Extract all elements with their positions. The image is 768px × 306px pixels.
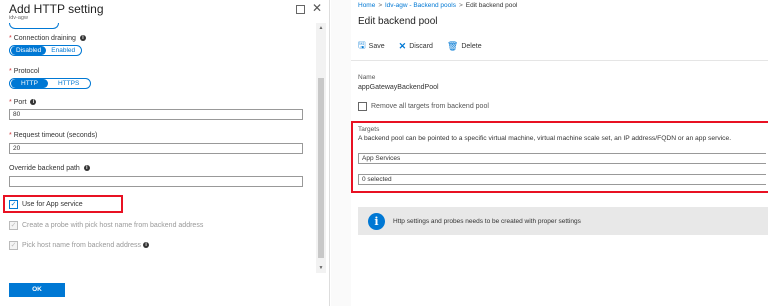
create-probe-checkbox: ✓ — [9, 220, 18, 230]
toolbar-divider — [351, 60, 768, 61]
name-label: Name — [358, 74, 376, 81]
port-label-text: Port — [13, 99, 27, 106]
delete-icon: 🗑 — [446, 40, 459, 51]
breadcrumb-separator: > — [378, 2, 383, 9]
breadcrumb-home[interactable]: Home — [358, 2, 375, 9]
info-icon: i — [368, 212, 385, 230]
remove-all-targets-checkbox[interactable] — [358, 101, 367, 111]
request-timeout-label: * Request timeout (seconds) — [9, 132, 97, 139]
info-notice: i Http settings and probes needs to be c… — [358, 207, 768, 235]
connection-draining-label: * Connection draining i — [9, 35, 86, 42]
info-icon[interactable]: i — [30, 99, 37, 106]
discard-icon: ✕ — [398, 40, 407, 51]
remove-all-targets-row[interactable]: Remove all targets from backend pool — [358, 101, 489, 111]
delete-label: Delete — [461, 42, 482, 50]
required-mark: * — [9, 132, 12, 139]
protocol-label-text: Protocol — [13, 68, 40, 75]
port-label: * Port i — [9, 99, 37, 106]
request-timeout-label-text: Request timeout (seconds) — [13, 132, 98, 139]
required-mark: * — [9, 35, 12, 42]
maximize-icon[interactable] — [296, 5, 305, 14]
create-probe-checkbox-row: ✓ Create a probe with pick host name fro… — [9, 220, 203, 230]
save-button[interactable]: 🖫 Save — [358, 38, 385, 54]
save-icon: 🖫 — [358, 40, 366, 50]
toggle-option-https[interactable]: HTTPS — [48, 79, 89, 88]
scroll-up-arrow-icon[interactable]: ▲ — [316, 23, 326, 33]
create-probe-label: Create a probe with pick host name from … — [22, 221, 204, 229]
info-icon[interactable]: i — [143, 242, 150, 248]
vertical-scrollbar[interactable]: ▲ ▼ — [316, 23, 326, 273]
add-http-setting-blade: Add HTTP setting idv-agw ✕ * Connection … — [0, 0, 330, 306]
breadcrumb-backend-pools[interactable]: ldv-agw - Backend pools — [385, 2, 456, 9]
connection-draining-toggle[interactable]: Disabled Enabled — [9, 45, 83, 56]
toggle-option-http[interactable]: HTTP — [11, 79, 48, 88]
scroll-down-arrow-icon[interactable]: ▼ — [316, 263, 326, 273]
highlight-box — [351, 121, 768, 193]
remove-all-targets-label: Remove all targets from backend pool — [371, 102, 489, 110]
info-icon[interactable]: i — [83, 165, 90, 172]
override-backend-path-label-text: Override backend path — [9, 165, 80, 172]
override-backend-path-input[interactable] — [9, 176, 303, 187]
override-backend-path-label: Override backend path i — [9, 165, 90, 172]
blade-title: Add HTTP setting — [9, 2, 104, 16]
delete-button[interactable]: 🗑 Delete — [447, 41, 482, 52]
pick-host-name-checkbox: ✓ — [9, 240, 18, 250]
toggle-option-enabled[interactable]: Enabled — [46, 46, 80, 55]
blade-header: Add HTTP setting idv-agw ✕ — [9, 1, 324, 23]
breadcrumb-current: Edit backend pool — [465, 2, 518, 9]
save-label: Save — [368, 42, 385, 50]
scroll-thumb[interactable] — [318, 78, 324, 258]
pick-host-name-label: Pick host name from backend address — [22, 241, 142, 249]
pick-host-name-checkbox-row: ✓ Pick host name from backend address i — [9, 240, 150, 250]
request-timeout-input[interactable]: 20 — [9, 143, 303, 154]
edit-backend-pool-blade: Home > ldv-agw - Backend pools > Edit backen… — [351, 0, 768, 306]
notice-text: Http settings and probes needs to be cre… — [393, 217, 581, 225]
breadcrumb-separator: > — [458, 2, 463, 9]
info-icon[interactable]: i — [79, 35, 86, 42]
blade-gap — [331, 0, 351, 306]
discard-button[interactable]: ✕ Discard — [399, 41, 433, 52]
toolbar: 🖫 Save ✕ Discard 🗑 Delete — [358, 40, 496, 52]
blade-subtitle: idv-agw — [9, 15, 28, 21]
toggle-option-disabled[interactable]: Disabled — [11, 46, 47, 55]
name-value: appGatewayBackendPool — [358, 84, 439, 91]
page-title: Edit backend pool — [358, 16, 438, 27]
close-icon[interactable]: ✕ — [312, 1, 322, 15]
required-mark: * — [9, 99, 12, 106]
settings-form: * Connection draining i Disabled Enabled… — [0, 23, 318, 273]
partially-visible-toggle — [9, 23, 59, 29]
protocol-toggle[interactable]: HTTP HTTPS — [9, 78, 92, 89]
required-mark: * — [9, 68, 12, 75]
highlight-box — [3, 195, 123, 213]
protocol-label: * Protocol — [9, 68, 39, 75]
connection-draining-label-text: Connection draining — [13, 35, 76, 42]
ok-button[interactable]: OK — [9, 283, 65, 297]
breadcrumb: Home > ldv-agw - Backend pools > Edit backen… — [358, 2, 517, 9]
discard-label: Discard — [409, 42, 433, 50]
port-input[interactable]: 80 — [9, 109, 303, 120]
